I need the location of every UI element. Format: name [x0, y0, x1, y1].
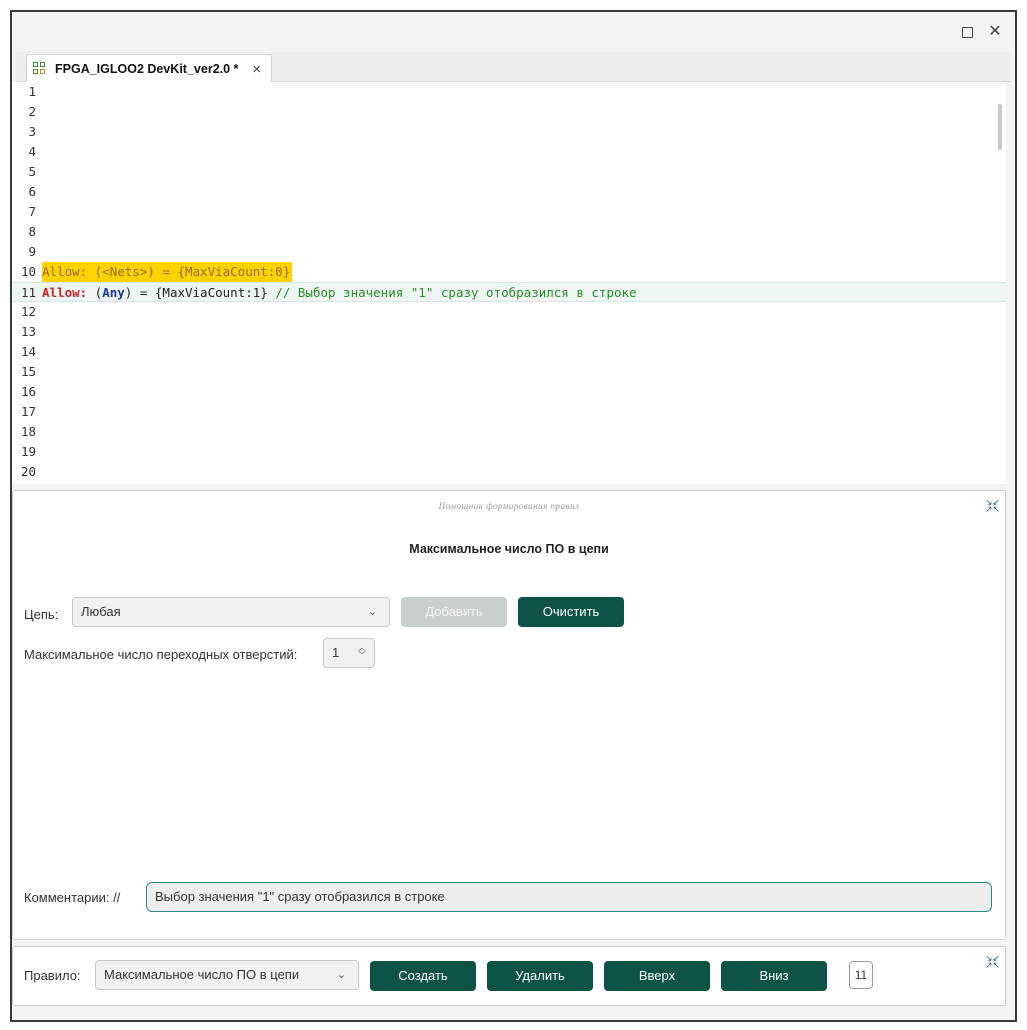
- line-number: 20: [20, 464, 36, 479]
- code-line[interactable]: 8: [12, 222, 1006, 242]
- code-rest: (<Nets>) = {MaxViaCount:0}: [87, 264, 291, 279]
- maximize-icon[interactable]: [959, 24, 975, 40]
- add-button[interactable]: Добавить: [401, 597, 507, 627]
- code-line[interactable]: 12: [12, 302, 1006, 322]
- code-line[interactable]: 10 Allow: (<Nets>) = {MaxViaCount:0}: [12, 262, 1006, 282]
- rule-helper-panel: Помощник формирования правил ↘↙ ↗↖ Максим…: [12, 490, 1006, 940]
- code-line[interactable]: 9: [12, 242, 1006, 262]
- line-number: 7: [28, 204, 36, 219]
- max-via-spinbox[interactable]: 1 ︿ ﹀: [323, 638, 375, 668]
- line-number: 13: [20, 324, 36, 339]
- line-number: 16: [20, 384, 36, 399]
- rule-target: Any: [102, 285, 125, 300]
- net-select[interactable]: Любая ⌄: [72, 597, 390, 627]
- rule-select[interactable]: Максимальное число ПО в цепи ⌄: [95, 960, 359, 990]
- title-bar: ✕: [12, 12, 1015, 52]
- code-line[interactable]: 20: [12, 462, 1006, 482]
- line-number: 11: [20, 285, 36, 300]
- collapse-icon[interactable]: ↘↙ ↗↖: [985, 954, 1000, 970]
- tab-bar: FPGA_IGLOO2 DevKit_ver2.0 * ×: [16, 52, 1011, 83]
- line-number: 6: [28, 184, 36, 199]
- keyword: Allow:: [42, 264, 88, 279]
- comment-input[interactable]: Выбор значения "1" сразу отобразился в с…: [146, 882, 992, 912]
- code-line[interactable]: 5: [12, 162, 1006, 182]
- code-text: Allow: (<Nets>) = {MaxViaCount:0}: [42, 262, 293, 282]
- line-number: 3: [28, 124, 36, 139]
- project-grid-icon: [33, 62, 47, 76]
- code-line[interactable]: 6: [12, 182, 1006, 202]
- line-number: 2: [28, 104, 36, 119]
- line-number: 17: [20, 404, 36, 419]
- keyword: Allow:: [42, 285, 88, 300]
- line-number: 10: [20, 264, 36, 279]
- chevron-down-icon: ⌄: [336, 969, 346, 981]
- code-line[interactable]: 18: [12, 422, 1006, 442]
- line-number: 9: [28, 244, 36, 259]
- paren-open: (: [87, 285, 103, 300]
- tab-project[interactable]: FPGA_IGLOO2 DevKit_ver2.0 * ×: [26, 54, 273, 83]
- chevron-down-icon: ⌄: [367, 606, 377, 618]
- code-line[interactable]: 4: [12, 142, 1006, 162]
- max-via-label: Максимальное число переходных отверстий:: [24, 647, 298, 662]
- net-label: Цепь:: [24, 607, 59, 622]
- code-line[interactable]: 15: [12, 362, 1006, 382]
- line-number: 5: [28, 164, 36, 179]
- paren-close: ) =: [124, 285, 155, 300]
- down-button[interactable]: Вниз: [721, 961, 827, 991]
- comment-label: Комментарии: //: [24, 890, 121, 905]
- line-number: 15: [20, 364, 36, 379]
- rule-select-value: Максимальное число ПО в цепи: [104, 967, 300, 982]
- net-select-value: Любая: [81, 604, 121, 619]
- up-button[interactable]: Вверх: [604, 961, 710, 991]
- rule-label: Правило:: [24, 968, 81, 983]
- code-line[interactable]: 3: [12, 122, 1006, 142]
- code-text: Allow: (Any) = {MaxViaCount:1} // Выбор …: [42, 283, 637, 303]
- code-comment: // Выбор значения "1" сразу отобразился …: [267, 285, 637, 300]
- line-number: 14: [20, 344, 36, 359]
- code-line[interactable]: 16: [12, 382, 1006, 402]
- code-line[interactable]: 1: [12, 82, 1006, 102]
- create-button[interactable]: Создать: [370, 961, 476, 991]
- code-line[interactable]: 17: [12, 402, 1006, 422]
- clear-button[interactable]: Очистить: [518, 597, 624, 627]
- line-number: 4: [28, 144, 36, 159]
- spin-arrows-icon[interactable]: ︿ ﹀: [358, 644, 366, 660]
- code-line[interactable]: 2: [12, 102, 1006, 122]
- rule-value: {MaxViaCount:1}: [154, 285, 268, 300]
- rule-count-badge: 11: [849, 961, 873, 989]
- line-number: 8: [28, 224, 36, 239]
- code-line[interactable]: 14: [12, 342, 1006, 362]
- code-line[interactable]: 13: [12, 322, 1006, 342]
- code-line[interactable]: 11 Allow: (Any) = {MaxViaCount:1} // Выбо…: [12, 282, 1006, 302]
- line-number: 19: [20, 444, 36, 459]
- panel-title: Помощник формирования правил: [438, 501, 580, 511]
- code-editor[interactable]: 1 2 3 4 5 6 7 8 9 10 Allow: (<Nets>) = {MaxViaCoun…: [12, 82, 1006, 484]
- close-icon[interactable]: ✕: [987, 24, 1003, 40]
- tab-label: FPGA_IGLOO2 DevKit_ver2.0 *: [55, 62, 239, 76]
- line-number: 1: [28, 84, 36, 99]
- collapse-icon[interactable]: ↘↙ ↗↖: [985, 498, 1000, 514]
- delete-button[interactable]: Удалить: [487, 961, 593, 991]
- code-line[interactable]: 7: [12, 202, 1006, 222]
- rule-heading: Максимальное число ПО в цепи: [409, 542, 609, 556]
- line-number: 18: [20, 424, 36, 439]
- max-via-value: 1: [332, 645, 340, 660]
- rule-toolbar: ↘↙ ↗↖ Правило: Максимальное число ПО в це…: [12, 946, 1006, 1006]
- tab-close-icon[interactable]: ×: [252, 61, 261, 78]
- line-number: 12: [20, 304, 36, 319]
- code-line[interactable]: 19: [12, 442, 1006, 462]
